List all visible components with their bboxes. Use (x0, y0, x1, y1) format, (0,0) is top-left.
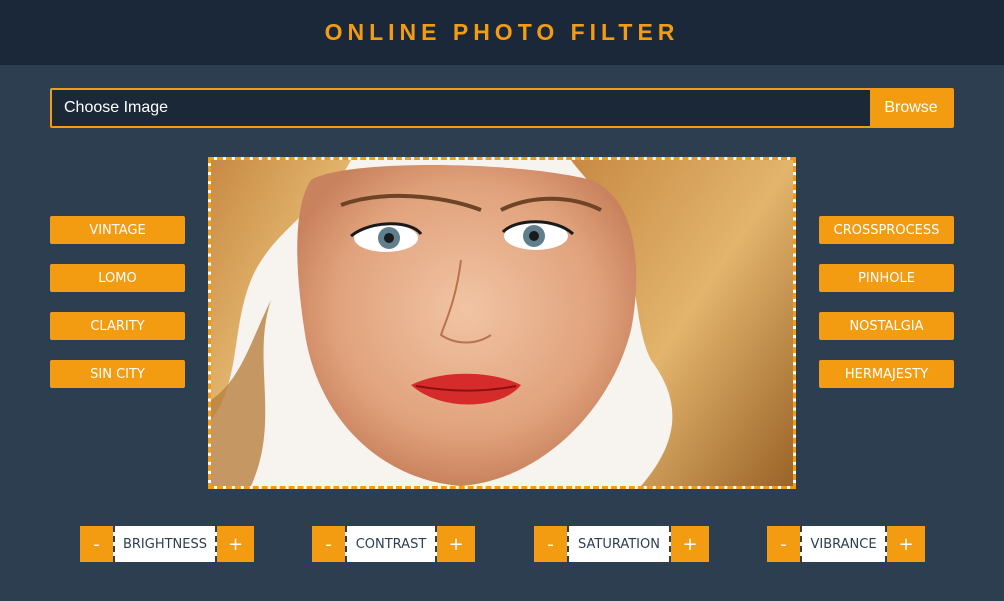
filter-button-clarity[interactable]: CLARITY (50, 312, 185, 340)
filter-button-hermajesty[interactable]: HERMAJESTY (819, 360, 954, 388)
contrast-decrease-button[interactable]: - (312, 526, 345, 562)
vibrance-label: VIBRANCE (800, 526, 887, 562)
vibrance-increase-button[interactable]: + (887, 526, 925, 562)
brightness-label: BRIGHTNESS (113, 526, 217, 562)
vibrance-control: - VIBRANCE + (767, 526, 925, 562)
saturation-control: - SATURATION + (534, 526, 709, 562)
brightness-increase-button[interactable]: + (217, 526, 254, 562)
saturation-increase-button[interactable]: + (671, 526, 709, 562)
filter-list-right: CROSSPROCESS PINHOLE NOSTALGIA HERMAJEST… (819, 216, 954, 408)
photo-preview (208, 157, 796, 489)
file-input[interactable]: Choose Image (52, 90, 870, 126)
brightness-decrease-button[interactable]: - (80, 526, 113, 562)
vibrance-decrease-button[interactable]: - (767, 526, 800, 562)
filter-button-vintage[interactable]: VINTAGE (50, 216, 185, 244)
browse-button[interactable]: Browse (870, 90, 952, 126)
adjustment-bar: - BRIGHTNESS + - CONTRAST + - SATURATION… (0, 526, 1004, 562)
portrait-image (211, 160, 793, 486)
filter-button-lomo[interactable]: LOMO (50, 264, 185, 292)
filter-button-nostalgia[interactable]: NOSTALGIA (819, 312, 954, 340)
contrast-label: CONTRAST (345, 526, 437, 562)
saturation-label: SATURATION (567, 526, 671, 562)
filter-list-left: VINTAGE LOMO CLARITY SIN CITY (50, 216, 185, 408)
page-title: ONLINE PHOTO FILTER (324, 19, 680, 45)
app-header: ONLINE PHOTO FILTER (0, 0, 1004, 65)
filter-button-sin-city[interactable]: SIN CITY (50, 360, 185, 388)
saturation-decrease-button[interactable]: - (534, 526, 567, 562)
brightness-control: - BRIGHTNESS + (80, 526, 254, 562)
filter-button-crossprocess[interactable]: CROSSPROCESS (819, 216, 954, 244)
contrast-control: - CONTRAST + (312, 526, 475, 562)
filter-button-pinhole[interactable]: PINHOLE (819, 264, 954, 292)
file-picker[interactable]: Choose Image Browse (50, 88, 954, 128)
contrast-increase-button[interactable]: + (437, 526, 475, 562)
